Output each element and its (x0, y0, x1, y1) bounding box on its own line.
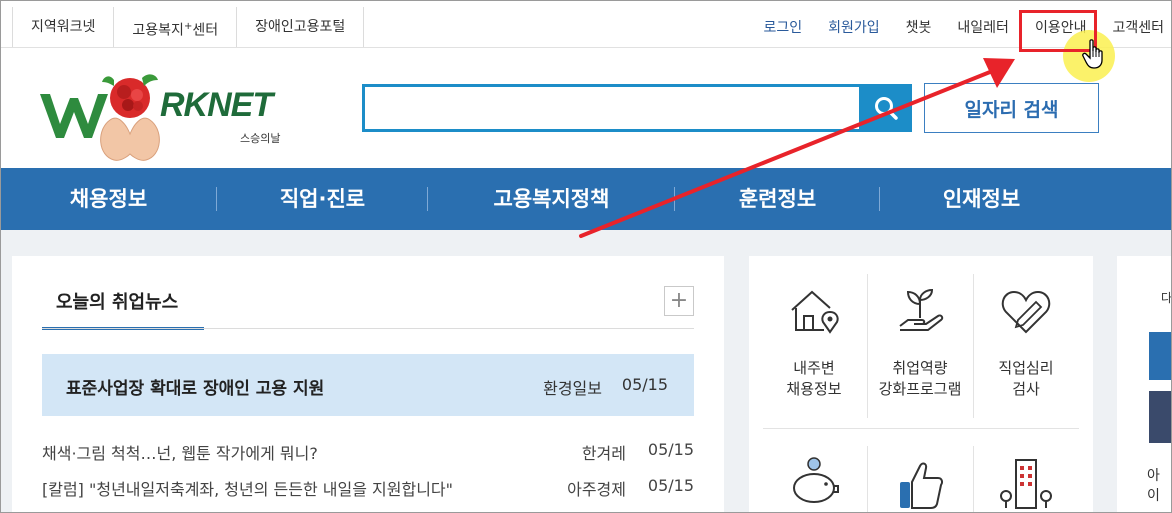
label-line: 내주변 (793, 359, 835, 377)
news-more-button[interactable]: + (664, 286, 694, 316)
service-companies[interactable] (973, 452, 1079, 513)
nav-career[interactable]: 직업·진로 (217, 168, 428, 230)
divider (763, 428, 1079, 429)
family-site-links: 지역워크넷 고용복지+센터 장애인고용포털 (12, 7, 365, 47)
nav-label: 훈련정보 (738, 187, 817, 211)
login-link[interactable]: 로그인 (763, 17, 802, 37)
hand-cursor-icon (1082, 39, 1103, 69)
news-panel: 오늘의 취업뉴스 + 표준사업장 확대로 장애인 고용 지원 환경일보 05/1… (12, 256, 724, 513)
news-source: 아주경제 (567, 480, 626, 499)
news-list-item[interactable]: 채색·그림 척척…넌, 웹툰 작가에게 뭐니? 한겨레 05/15 (42, 440, 694, 464)
nav-training[interactable]: 훈련정보 (675, 168, 880, 230)
divider (42, 328, 694, 329)
label-line: 직업심리 (998, 359, 1054, 377)
service-employment-program[interactable]: 취업역량강화프로그램 (867, 282, 973, 400)
main-navigation: 채용정보 직업·진로 고용복지정책 훈련정보 인재정보 (0, 168, 1172, 230)
nav-recruitment[interactable]: 채용정보 (0, 168, 217, 230)
chatbot-link[interactable]: 챗봇 (906, 17, 932, 37)
service-psych-test[interactable]: 직업심리검사 (973, 282, 1079, 400)
news-date: 05/15 (647, 476, 694, 495)
nav-label: 고용복지정책 (493, 187, 610, 211)
news-source: 환경일보 (543, 379, 602, 398)
service-label: 취업역량강화프로그램 (867, 358, 973, 400)
service-label: 내주변채용정보 (761, 358, 867, 400)
thumbs-up-icon (900, 462, 943, 509)
link-label: 고용복지 (132, 22, 184, 39)
featured-news-item[interactable]: 표준사업장 확대로 장애인 고용 지원 환경일보 05/15 (42, 354, 694, 416)
nav-talent[interactable]: 인재정보 (880, 168, 1083, 230)
label-line: 채용정보 (786, 380, 842, 398)
logo-subtitle: 스승의날 (240, 132, 281, 145)
right-side-panel: 다 아이 (1117, 256, 1172, 513)
link-label-suffix: 센터 (192, 22, 219, 39)
nav-welfare-policy[interactable]: 고용복지정책 (428, 168, 675, 230)
tab-label: 오늘의 취업뉴스 (56, 292, 179, 313)
panel-text: 다 (1161, 291, 1172, 305)
search-icon (875, 97, 898, 120)
banner-button[interactable] (1149, 332, 1172, 380)
link-disabled-employment-portal[interactable]: 장애인고용포털 (236, 7, 365, 47)
heart-icon (1001, 290, 1051, 334)
news-date: 05/15 (647, 440, 694, 459)
label-line: 취업역량 (892, 359, 948, 377)
worknet-logo[interactable]: RKNET 스승의날 (38, 68, 308, 168)
link-regional-worknet[interactable]: 지역워크넷 (12, 7, 113, 47)
search-input[interactable] (362, 84, 862, 132)
news-title: [칼럼] "청년내일저축계좌, 청년의 든든한 내일을 지원합니다" (42, 480, 453, 499)
service-recommend[interactable] (867, 452, 973, 513)
building-icon (1000, 459, 1052, 509)
plant-hand-icon (899, 288, 944, 331)
service-nearby-jobs[interactable]: 내주변채용정보 (761, 282, 867, 400)
house-location-icon (791, 290, 839, 334)
news-date: 05/15 (621, 375, 668, 394)
tab-today-news[interactable]: 오늘의 취업뉴스 (42, 278, 204, 330)
quick-service-panel: 내주변채용정보 취업역량강화프로그램 직업심리검사 (749, 256, 1093, 513)
news-list-item[interactable]: [칼럼] "청년내일저축계좌, 청년의 든든한 내일을 지원합니다" 아주경제 … (42, 476, 694, 500)
label-line: 강화프로그램 (878, 380, 962, 398)
user-links: 로그인 회원가입 챗봇 내일레터 이용안내 고객센터 (737, 17, 1172, 37)
signup-link[interactable]: 회원가입 (828, 17, 880, 37)
top-utility-bar: 지역워크넷 고용복지+센터 장애인고용포털 로그인 회원가입 챗봇 내일레터 이… (0, 0, 1172, 48)
newsletter-link[interactable]: 내일레터 (957, 17, 1009, 37)
label-line: 검사 (1012, 380, 1040, 398)
job-search-button[interactable]: 일자리 검색 (924, 83, 1099, 133)
service-savings[interactable] (761, 452, 867, 513)
logo-wordmark: RKNET (160, 86, 273, 124)
nav-label: 직업·진로 (279, 187, 366, 211)
search-button[interactable] (860, 84, 912, 132)
nav-label: 채용정보 (69, 187, 148, 211)
panel-text: 아이 (1147, 468, 1160, 504)
news-title: 표준사업장 확대로 장애인 고용 지원 (66, 379, 325, 399)
piggy-bank-icon (793, 457, 839, 503)
news-title: 채색·그림 척척…넌, 웹툰 작가에게 뭐니? (42, 444, 318, 463)
customer-center-link[interactable]: 고객센터 (1112, 17, 1164, 37)
nav-label: 인재정보 (942, 187, 1021, 211)
link-employment-welfare-center[interactable]: 고용복지+센터 (113, 7, 236, 47)
service-label: 직업심리검사 (973, 358, 1079, 400)
news-source: 한겨레 (581, 444, 626, 463)
banner-button[interactable] (1149, 391, 1172, 443)
